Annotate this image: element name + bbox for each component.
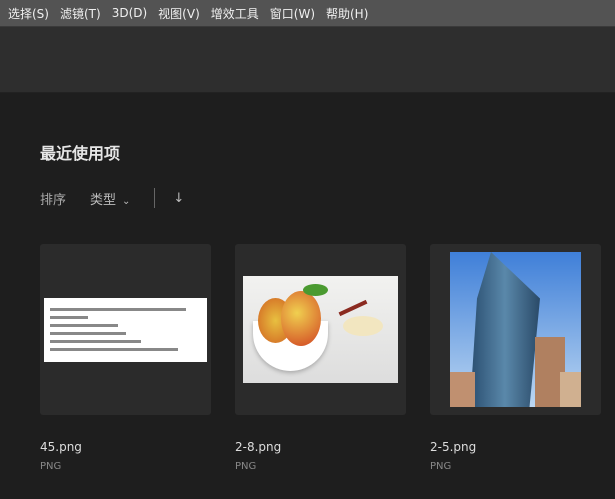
- sort-value: 类型: [90, 192, 117, 208]
- file-type: PNG: [40, 461, 62, 472]
- file-thumbnail[interactable]: [40, 244, 211, 415]
- sort-controls: 排序 类型 ⌄ ↓: [40, 188, 184, 208]
- pear-image: [243, 276, 398, 383]
- divider: [154, 188, 156, 208]
- menu-3d[interactable]: 3D(D): [112, 6, 147, 20]
- options-bar: [0, 27, 615, 93]
- file-name[interactable]: 45.png: [40, 440, 82, 454]
- menu-plugins[interactable]: 增效工具: [211, 5, 259, 22]
- file-type: PNG: [430, 461, 452, 472]
- file-name[interactable]: 2-5.png: [430, 440, 476, 454]
- sort-direction-arrow-icon[interactable]: ↓: [173, 191, 184, 206]
- menu-select[interactable]: 选择(S): [8, 5, 49, 22]
- sort-type-dropdown[interactable]: 类型 ⌄: [90, 189, 130, 208]
- menu-bar: 选择(S) 滤镜(T) 3D(D) 视图(V) 增效工具 窗口(W) 帮助(H): [0, 0, 615, 27]
- chevron-down-icon: ⌄: [122, 195, 131, 207]
- building-image: [450, 252, 581, 407]
- menu-help[interactable]: 帮助(H): [326, 5, 368, 22]
- recent-title: 最近使用项: [40, 144, 121, 163]
- file-type: PNG: [235, 461, 257, 472]
- file-thumbnail[interactable]: [235, 244, 406, 415]
- menu-window[interactable]: 窗口(W): [270, 5, 315, 22]
- document-image: [44, 297, 207, 362]
- menu-view[interactable]: 视图(V): [158, 5, 200, 22]
- file-thumbnail[interactable]: [430, 244, 601, 415]
- menu-filter[interactable]: 滤镜(T): [60, 5, 101, 22]
- file-name[interactable]: 2-8.png: [235, 440, 281, 454]
- sort-label: 排序: [40, 192, 67, 208]
